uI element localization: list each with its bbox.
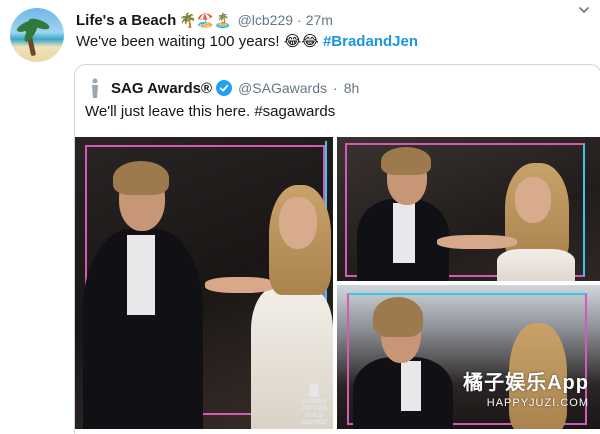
watermark-title: 橘子娱乐App (463, 372, 589, 394)
man-shirt (393, 203, 415, 263)
woman-dress (497, 249, 575, 281)
woman-arm (437, 235, 517, 249)
quoted-handle[interactable]: @SAGawards (238, 80, 327, 96)
photo-grid: SCREEN ACTORS GUILD AWARDS 橘子娱乐App HAPPY… (75, 137, 600, 434)
tweet-header: Life's a Beach 🌴🏖️🏝️ @lcb229 · 27m (76, 10, 590, 30)
man-shirt (127, 235, 155, 315)
tweet-body: We've been waiting 100 years! (76, 33, 284, 50)
man-hair (381, 147, 431, 175)
sag-watermark-text: SCREEN ACTORS GUILD AWARDS (300, 399, 328, 426)
tweet-card[interactable]: Life's a Beach 🌴🏖️🏝️ @lcb229 · 27m We've… (0, 0, 600, 434)
quoted-display-name[interactable]: SAG Awards® (111, 80, 212, 97)
user-handle[interactable]: @lcb229 (238, 12, 293, 28)
verified-badge-icon (216, 80, 233, 96)
man-hair (373, 297, 423, 337)
photo-bottom-right[interactable]: 橘子娱乐App HAPPYJUZI.COM (337, 285, 600, 429)
quoted-tweet[interactable]: SAG Awards® @SAGawards · 8h We'll just l… (74, 64, 600, 434)
photo-top-right[interactable] (337, 137, 600, 281)
sag-logo-icon (92, 78, 98, 98)
sag-statue-icon (309, 383, 319, 397)
tweet-emojis: 😂😂 (283, 33, 319, 50)
separator-dot: · (333, 80, 338, 96)
woman-face (279, 197, 317, 249)
quoted-tweet-header: SAG Awards® @SAGawards · 8h (87, 77, 359, 99)
sag-watermark: SCREEN ACTORS GUILD AWARDS (297, 383, 331, 427)
separator-dot: · (297, 12, 302, 28)
woman-arm (205, 277, 275, 293)
man-shirt (401, 361, 421, 411)
avatar[interactable] (10, 8, 64, 62)
tweet-timestamp[interactable]: 27m (306, 12, 333, 28)
quoted-timestamp[interactable]: 8h (344, 80, 360, 96)
photo-large[interactable]: SCREEN ACTORS GUILD AWARDS (75, 137, 333, 429)
watermark-url: HAPPYJUZI.COM (486, 397, 589, 409)
chevron-down-icon[interactable] (578, 4, 590, 16)
display-name[interactable]: Life's a Beach (76, 12, 176, 29)
name-emojis: 🌴🏖️🏝️ (179, 11, 232, 28)
hashtag-link[interactable]: #BradandJen (323, 33, 418, 50)
quoted-tweet-text: We'll just leave this here. #sagawards (85, 103, 336, 120)
tweet-text: We've been waiting 100 years! 😂😂 #Bradan… (76, 32, 418, 50)
watermark: 橘子娱乐App HAPPYJUZI.COM (463, 366, 589, 409)
woman-face (515, 177, 551, 223)
man-hair (113, 161, 169, 195)
